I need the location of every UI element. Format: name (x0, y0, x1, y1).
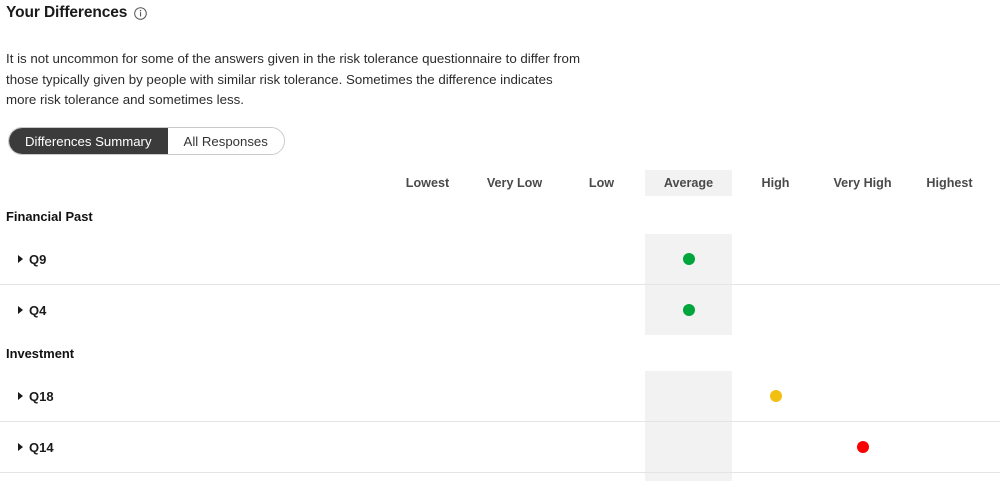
section-header-investment: Investment (0, 335, 1000, 371)
table-row[interactable]: Q9 (0, 234, 1000, 284)
average-band-segment (645, 473, 732, 481)
cell-lowest (384, 371, 471, 421)
cell-very-low (471, 285, 558, 335)
row-label-q9[interactable]: Q9 (0, 252, 384, 267)
section-header-financial-past: Financial Past (0, 198, 1000, 234)
matrix-column-headers: Lowest Very Low Low Average High Very Hi… (0, 168, 1000, 198)
cell-very-low (471, 371, 558, 421)
row-label-q4[interactable]: Q4 (0, 303, 384, 318)
matrix-bottom-overflow (0, 473, 1000, 481)
row-label-q14[interactable]: Q14 (0, 440, 384, 455)
column-header-average: Average (645, 170, 732, 196)
tab-all-responses[interactable]: All Responses (167, 128, 284, 154)
expand-caret-icon[interactable] (18, 306, 23, 314)
cell-low (558, 285, 645, 335)
page-title: Your Differences (6, 4, 128, 21)
row-label-text: Q18 (29, 388, 54, 404)
cell-highest (906, 371, 993, 421)
description-text: It is not uncommon for some of the answe… (6, 51, 581, 108)
expand-caret-icon[interactable] (18, 443, 23, 451)
cell-very-low (471, 234, 558, 284)
table-row[interactable]: Q18 (0, 371, 1000, 421)
row-label-text: Q4 (29, 302, 47, 318)
table-row[interactable]: Q4 (0, 285, 1000, 335)
cell-average (645, 371, 732, 421)
score-dot (769, 390, 782, 402)
cell-highest (906, 234, 993, 284)
page-title-row: Your Differences (6, 4, 148, 21)
cell-high (732, 234, 819, 284)
cell-high (732, 371, 819, 421)
cell-highest (906, 285, 993, 335)
section-title: Investment (6, 345, 75, 361)
cell-average (645, 422, 732, 472)
cell-low (558, 234, 645, 284)
view-toggle-tabs: Differences Summary All Responses (8, 127, 285, 155)
cell-low (558, 422, 645, 472)
row-label-text: Q9 (29, 251, 47, 267)
cell-lowest (384, 285, 471, 335)
tab-differences-summary[interactable]: Differences Summary (9, 128, 168, 154)
cell-lowest (384, 422, 471, 472)
score-dot (856, 441, 869, 453)
score-dot (682, 253, 695, 265)
column-header-very-high: Very High (833, 176, 892, 190)
cell-high (732, 422, 819, 472)
expand-caret-icon[interactable] (18, 392, 23, 400)
divider-line (0, 472, 1000, 473)
score-dot (682, 304, 695, 316)
cell-very-high (819, 285, 906, 335)
cell-very-high (819, 422, 906, 472)
section-title: Financial Past (6, 208, 93, 224)
cell-low (558, 371, 645, 421)
cell-very-low (471, 422, 558, 472)
cell-high (732, 285, 819, 335)
cell-average (645, 285, 732, 335)
cell-very-high (819, 234, 906, 284)
your-differences-panel: Your Differences It is not uncommon for … (0, 0, 1000, 500)
column-header-lowest: Lowest (405, 176, 450, 190)
column-header-low: Low (588, 176, 615, 190)
cell-lowest (384, 234, 471, 284)
info-circle-icon[interactable] (134, 7, 148, 21)
column-header-high: High (761, 176, 790, 190)
cell-highest (906, 422, 993, 472)
column-header-very-low: Very Low (486, 176, 543, 190)
cell-average (645, 234, 732, 284)
table-row[interactable]: Q14 (0, 422, 1000, 472)
row-label-text: Q14 (29, 439, 54, 455)
expand-caret-icon[interactable] (18, 255, 23, 263)
column-header-highest: Highest (926, 176, 973, 190)
row-label-q18[interactable]: Q18 (0, 389, 384, 404)
cell-very-high (819, 371, 906, 421)
row-divider (0, 472, 1000, 473)
differences-matrix: Lowest Very Low Low Average High Very Hi… (0, 168, 1000, 481)
